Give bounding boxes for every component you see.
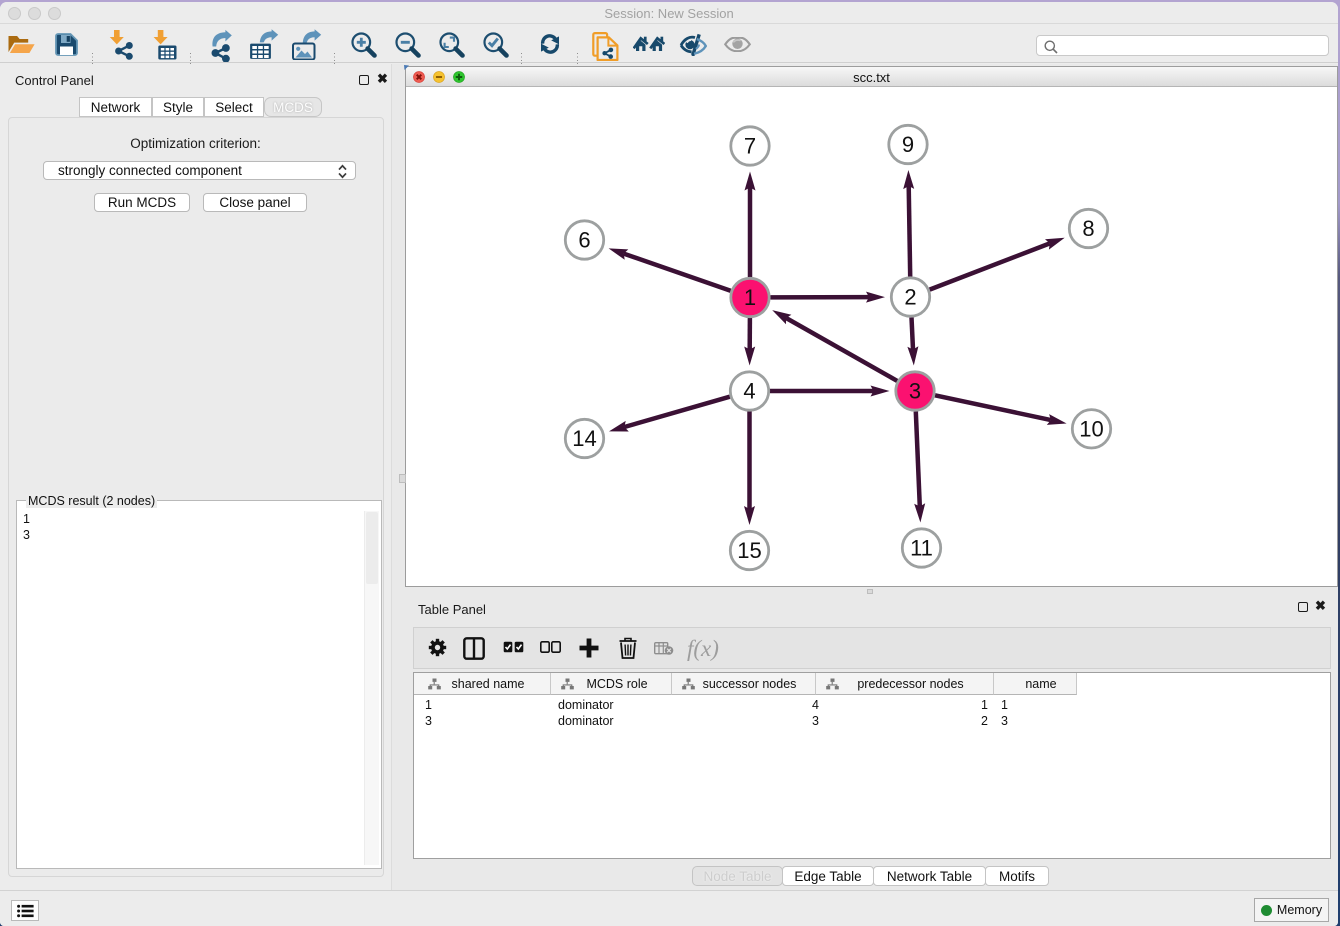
svg-text:3: 3	[909, 379, 921, 404]
svg-text:7: 7	[744, 134, 756, 159]
svg-text:6: 6	[578, 228, 590, 253]
svg-text:14: 14	[572, 426, 596, 451]
svg-text:4: 4	[743, 379, 755, 404]
svg-text:9: 9	[902, 132, 914, 157]
svg-text:1: 1	[744, 285, 756, 310]
svg-text:11: 11	[910, 536, 933, 561]
svg-text:2: 2	[904, 285, 916, 310]
svg-text:10: 10	[1079, 416, 1103, 441]
svg-text:15: 15	[737, 538, 761, 563]
svg-text:8: 8	[1082, 216, 1094, 241]
